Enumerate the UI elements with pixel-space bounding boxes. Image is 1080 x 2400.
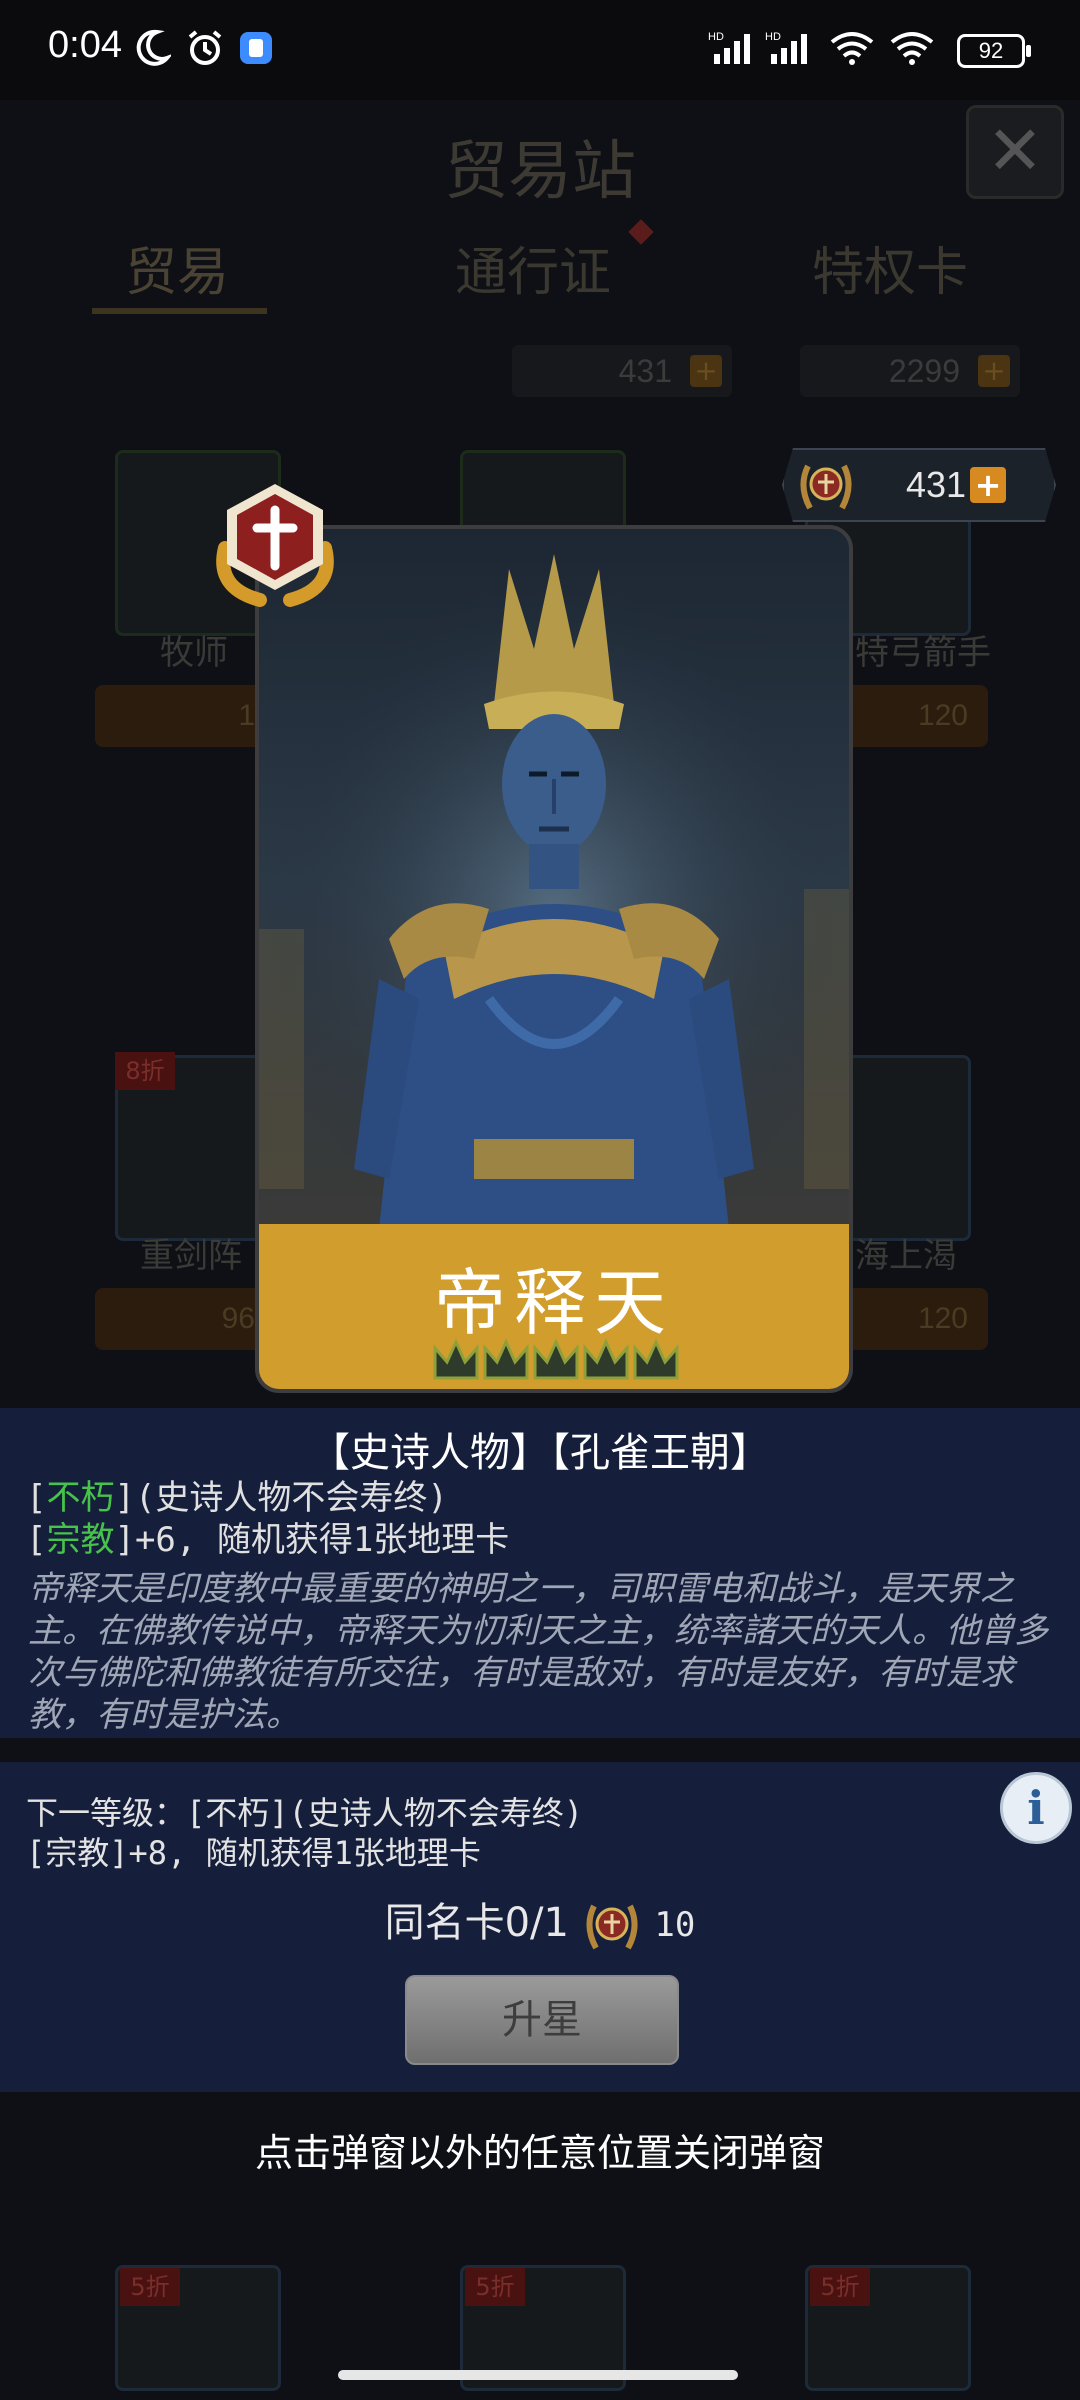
plus-icon[interactable]: +	[690, 355, 722, 387]
resource-gem: 2299 +	[800, 345, 1020, 397]
app-notification-icon	[236, 28, 276, 68]
page-title: 贸易站	[444, 135, 636, 209]
resource-value: 2299	[888, 353, 960, 389]
card-label: 特弓箭手	[855, 633, 991, 673]
crown-rating-icon	[433, 1338, 679, 1380]
battery-indicator: 92	[957, 34, 1031, 68]
tab-bar: 贸易 通行证 特权卡	[0, 230, 1080, 320]
add-resource-button[interactable]: +	[970, 467, 1006, 503]
laurel-resource-chip: 431 +	[782, 448, 1056, 522]
tab-privilege[interactable]: 特权卡	[812, 230, 968, 305]
close-hint: 点击弹窗以外的任意位置关闭弹窗	[254, 2131, 825, 2175]
info-icon[interactable]: i	[1000, 1772, 1072, 1844]
price-value: 96	[221, 1302, 255, 1335]
trait-religion: [宗教]+6, 随机获得1张地理卡	[26, 1512, 509, 1561]
next-level-line2: [宗教]+8, 随机获得1张地理卡	[26, 1834, 481, 1872]
wifi-icon	[888, 28, 938, 68]
close-icon[interactable]: ✕	[966, 105, 1064, 199]
status-time: 0:04	[48, 24, 122, 66]
trait-desc: ]+6, 随机获得1张地理卡	[114, 1520, 510, 1560]
hero-name-bar: 帝释天	[259, 1224, 849, 1389]
moon-icon	[135, 28, 174, 68]
hero-info-panel: 【史诗人物】【孔雀王朝】 [不朽](史诗人物不会寿终) [宗教]+6, 随机获得…	[0, 1408, 1080, 1738]
sale-badge: 5折	[465, 2268, 525, 2306]
price-value: 120	[917, 699, 968, 732]
tab-pass[interactable]: 通行证	[455, 230, 611, 305]
price-value: 1	[238, 699, 255, 732]
resource-value: 431	[906, 464, 967, 505]
status-bar: 0:04 HD HD 92	[0, 0, 1080, 100]
sale-badge: 8折	[115, 1052, 175, 1090]
card-label: 海上渴	[855, 1236, 957, 1276]
bracket: [	[26, 1520, 47, 1560]
laurel-emblem-icon	[800, 464, 852, 510]
hero-lore: 帝释天是印度教中最重要的神明之一，司职雷电和战斗，是天界之主。在佛教传说中，帝释…	[28, 1569, 1048, 1735]
tab-underline	[92, 308, 267, 314]
price-button[interactable]: 1	[95, 685, 275, 747]
plus-icon[interactable]: +	[978, 355, 1010, 387]
svg-text:HD: HD	[708, 31, 724, 43]
card-label: 牧师	[160, 633, 228, 673]
hero-portrait	[259, 529, 849, 1229]
home-indicator[interactable]	[338, 2370, 738, 2380]
religion-badge-icon	[216, 484, 334, 607]
tab-trade[interactable]: 贸易	[125, 230, 229, 305]
signal-hd-icon: HD	[765, 28, 815, 68]
svg-text:HD: HD	[765, 31, 781, 43]
resource-value: 431	[618, 353, 672, 389]
laurel-emblem-icon	[586, 1904, 638, 1950]
upgrade-star-button[interactable]: 升星	[405, 1975, 679, 2065]
trait-name: 宗教	[46, 1520, 115, 1560]
duplicate-label: 同名卡0/1	[384, 1900, 569, 1946]
price-value: 120	[917, 1302, 968, 1335]
wifi-icon	[828, 28, 878, 68]
duplicate-card-row: 同名卡0/1 10	[0, 1890, 1080, 1955]
sale-badge: 5折	[810, 2268, 870, 2306]
sale-badge: 5折	[120, 2268, 180, 2306]
hero-card: 帝释天	[255, 525, 853, 1393]
upgrade-cost: 10	[654, 1905, 696, 1945]
signal-hd-icon: HD	[708, 28, 758, 68]
alarm-icon	[185, 28, 225, 68]
card-label: 重剑阵	[140, 1236, 242, 1276]
resource-laurel: 431 +	[512, 345, 732, 397]
price-button[interactable]: 96	[95, 1288, 275, 1350]
